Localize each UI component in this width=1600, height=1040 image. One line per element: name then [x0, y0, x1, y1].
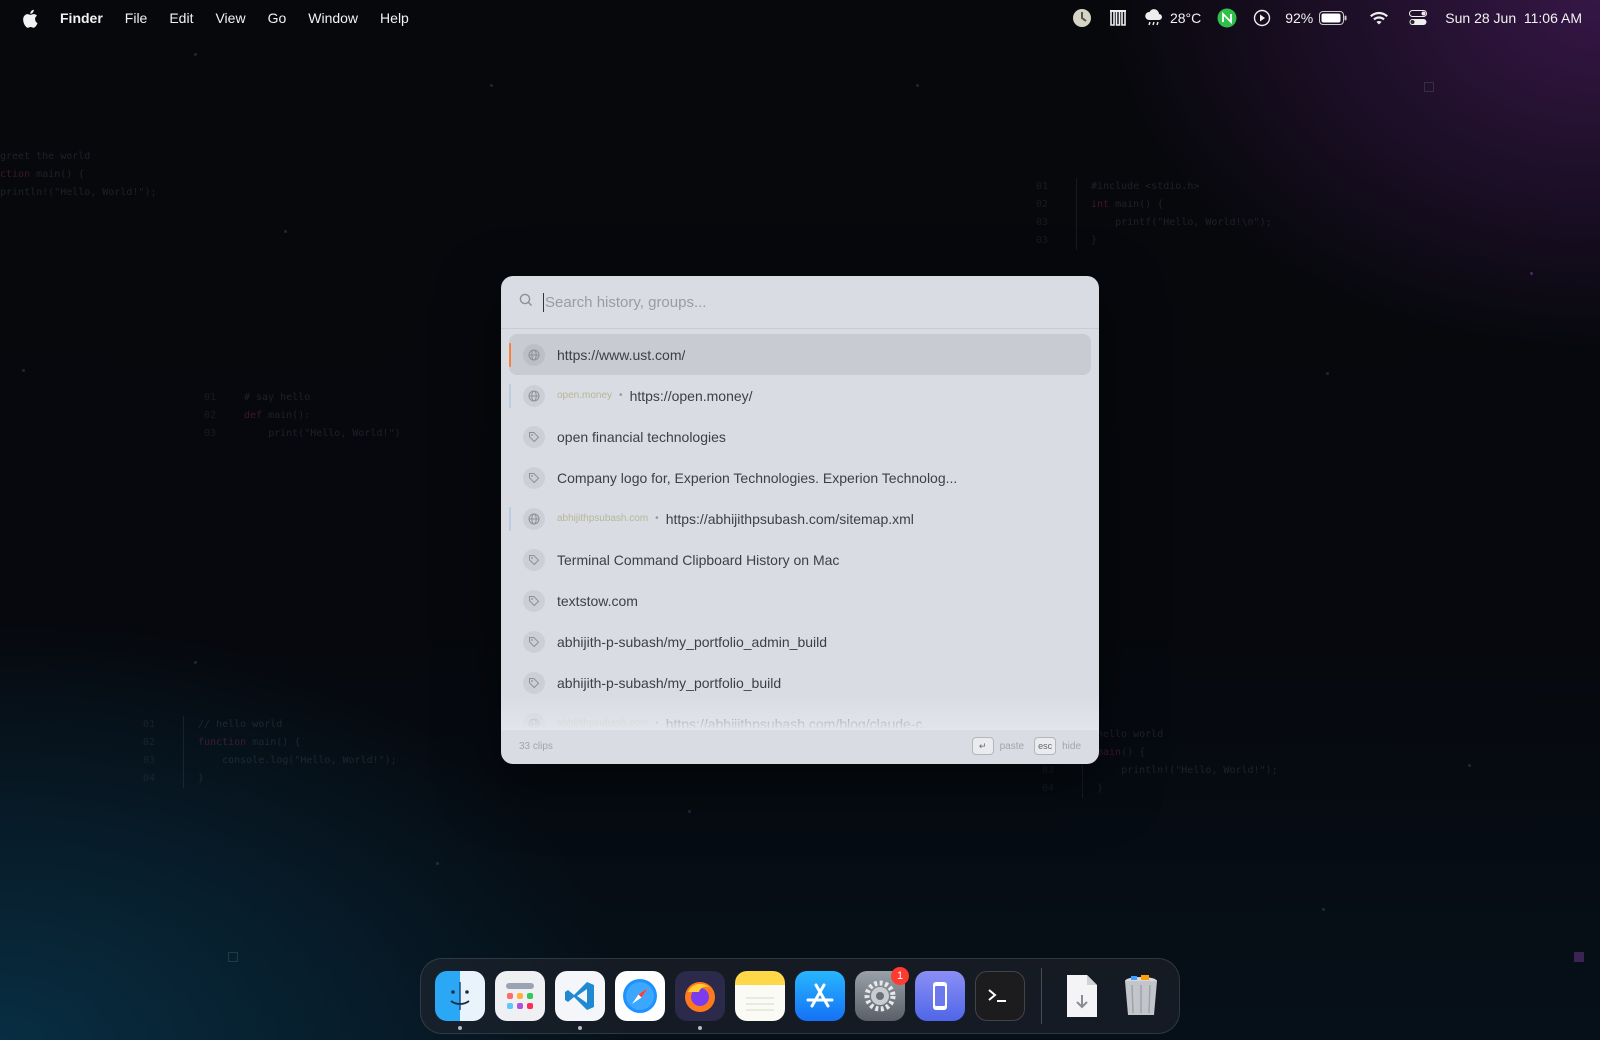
dock: 1	[420, 958, 1180, 1034]
dock-separator	[1041, 968, 1042, 1024]
clip-marker	[509, 384, 511, 408]
clip-text: textstow.com	[557, 592, 638, 609]
clipboard-app-icon[interactable]	[1108, 7, 1128, 29]
clip-item[interactable]: Terminal Command Clipboard History on Ma…	[509, 539, 1091, 580]
weather-icon[interactable]	[1144, 7, 1164, 29]
paste-hint: paste	[999, 740, 1025, 752]
clip-domain: abhijithpsubash.com	[557, 513, 649, 524]
tag-icon	[523, 548, 545, 571]
clip-domain: open.money	[557, 390, 613, 401]
clip-marker	[509, 343, 511, 367]
dock-launchpad[interactable]	[495, 971, 545, 1021]
clip-text: Terminal Command Clipboard History on Ma…	[557, 551, 840, 568]
enter-key-icon: ↵	[971, 737, 994, 755]
clock-app-icon[interactable]	[1072, 7, 1092, 29]
menu-app-name[interactable]: Finder	[60, 10, 103, 26]
clip-text: https://www.ust.com/	[557, 346, 686, 363]
clip-text: https://abhijithpsubash.com/sitemap.xml	[665, 510, 914, 527]
panel-footer: 33 clips ↵ paste esc hide	[501, 728, 1099, 764]
vscode-icon	[555, 971, 605, 1021]
weather-temperature: 28°C	[1169, 10, 1202, 26]
apple-menu-icon[interactable]	[22, 8, 40, 28]
clipboard-history-panel: https://www.ust.com/open.money • https://o…	[501, 276, 1099, 764]
search-input[interactable]	[543, 292, 1067, 312]
dock-downloads[interactable]	[1056, 971, 1106, 1021]
clip-item[interactable]: abhijithpsubash.com • https://abhijithpsub…	[509, 498, 1091, 539]
esc-key-icon: esc	[1034, 737, 1057, 755]
globe-icon	[523, 343, 545, 366]
iphone-mirroring-icon	[915, 971, 965, 1021]
bg-code-snippet: 01 #include <stdio.h> 02 int main() { 03 p…	[1036, 178, 1272, 250]
dock-firefox[interactable]	[675, 971, 725, 1030]
clip-item[interactable]: textstow.com	[509, 580, 1091, 621]
battery-icon[interactable]	[1319, 7, 1347, 29]
clip-count: 33 clips	[519, 740, 553, 752]
dock-app-store[interactable]	[795, 971, 845, 1021]
tag-icon	[523, 425, 545, 448]
menu-edit[interactable]: Edit	[169, 10, 193, 26]
battery-percentage: 92%	[1285, 10, 1314, 26]
hide-hint: hide	[1062, 740, 1081, 752]
globe-icon	[523, 507, 545, 530]
downloads-file-icon	[1056, 971, 1106, 1021]
launchpad-icon	[495, 971, 545, 1021]
clip-text: Company logo for, Experion Technologies.…	[557, 469, 958, 486]
dot-separator-icon: •	[655, 513, 659, 524]
tag-icon	[523, 630, 545, 653]
dock-trash[interactable]	[1116, 971, 1166, 1021]
notes-icon	[735, 971, 785, 1021]
finder-icon	[435, 971, 485, 1021]
menu-bar: Finder File Edit View Go Window Help 28°…	[0, 0, 1600, 36]
dock-iphone-mirroring[interactable]	[915, 971, 965, 1021]
clip-item[interactable]: open.money • https://open.money/	[509, 375, 1091, 416]
bg-code-snippet: 01 # say hello 02 def main(): 03 print("He…	[204, 392, 401, 439]
menu-window[interactable]: Window	[308, 10, 358, 26]
control-center-icon[interactable]	[1409, 7, 1428, 29]
menu-view[interactable]: View	[215, 10, 245, 26]
clip-list[interactable]: https://www.ust.com/open.money • https://o…	[501, 334, 1099, 728]
tag-icon	[523, 466, 545, 489]
terminal-icon	[975, 971, 1025, 1021]
bg-code-snippet: 01// hello world 02 function main() { 03 …	[143, 716, 397, 788]
dock-terminal[interactable]	[975, 971, 1025, 1021]
menu-file[interactable]: File	[125, 10, 148, 26]
dock-safari[interactable]	[615, 971, 665, 1021]
globe-icon	[523, 384, 545, 407]
dock-notes[interactable]	[735, 971, 785, 1021]
dot-separator-icon: •	[619, 390, 623, 401]
dock-vscode[interactable]	[555, 971, 605, 1030]
menu-go[interactable]: Go	[268, 10, 287, 26]
dock-system-settings[interactable]: 1	[855, 967, 909, 1021]
tag-icon	[523, 671, 545, 694]
safari-icon	[615, 971, 665, 1021]
wifi-icon[interactable]	[1369, 7, 1389, 29]
clip-item[interactable]: https://www.ust.com/	[509, 334, 1091, 375]
clip-item[interactable]: abhijith-p-subash/my_portfolio_admin_bui…	[509, 621, 1091, 662]
tag-icon	[523, 589, 545, 612]
clip-text: https://open.money/	[629, 387, 753, 404]
clip-item[interactable]: open financial technologies	[509, 416, 1091, 457]
clip-item[interactable]: Company logo for, Experion Technologies.…	[509, 457, 1091, 498]
app-store-icon	[795, 971, 845, 1021]
trash-icon	[1116, 971, 1166, 1021]
clip-text: abhijith-p-subash/my_portfolio_build	[557, 674, 782, 691]
search-bar	[501, 276, 1099, 329]
search-icon	[519, 293, 533, 312]
clip-text: open financial technologies	[557, 428, 726, 445]
clip-marker	[509, 507, 511, 531]
firefox-icon	[675, 971, 725, 1021]
clip-text: abhijith-p-subash/my_portfolio_admin_bui…	[557, 633, 828, 650]
play-icon[interactable]	[1253, 7, 1271, 29]
settings-badge: 1	[891, 967, 909, 985]
menubar-clock[interactable]: Sun 28 Jun 11:06 AM	[1445, 10, 1582, 26]
menu-help[interactable]: Help	[380, 10, 409, 26]
nordvpn-icon[interactable]	[1217, 7, 1237, 29]
bg-code-snippet: greet the world ction main() { println!(…	[0, 151, 157, 198]
dock-finder[interactable]	[435, 971, 485, 1030]
